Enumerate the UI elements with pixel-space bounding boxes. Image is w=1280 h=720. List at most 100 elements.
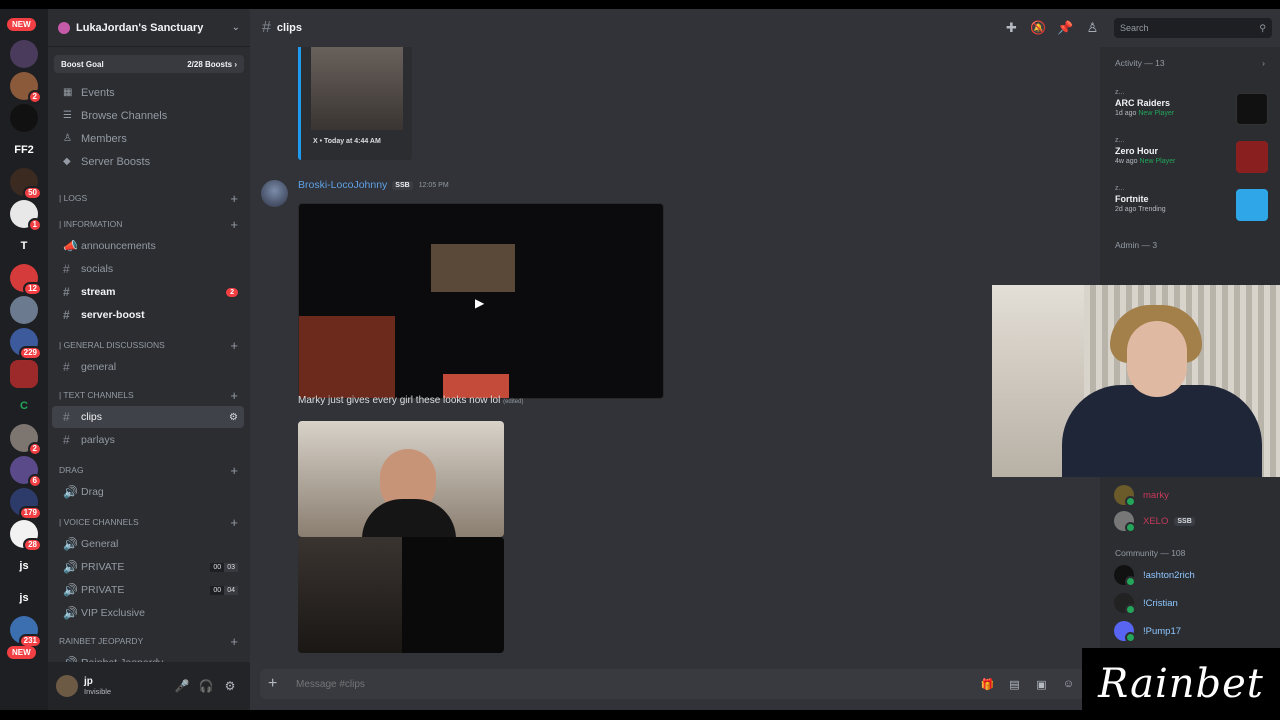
member-list-icon[interactable]: ♙	[1079, 20, 1106, 36]
server-icon[interactable]: js	[10, 584, 38, 612]
emoji-icon[interactable]: ☺	[1055, 678, 1082, 690]
message-text: Marky just gives every girl these looks …	[298, 395, 501, 406]
server-header[interactable]: LukaJordan's Sanctuary ⌄	[48, 9, 250, 47]
mention-badge: 229	[18, 346, 42, 360]
channel-label: VIP Exclusive	[81, 607, 145, 619]
server-icon[interactable]: 1	[10, 200, 42, 232]
gear-icon[interactable]: ⚙	[218, 679, 242, 693]
microphone-icon[interactable]: 🎤	[170, 679, 194, 693]
hash-icon: #	[63, 360, 70, 374]
activity-card[interactable]: z... Zero Hour 4w ago New Player	[1115, 137, 1270, 175]
channel-vip-exclusive[interactable]: 🔊 VIP Exclusive	[52, 602, 244, 624]
plus-icon[interactable]: +	[268, 675, 288, 693]
server-icon[interactable]: 12	[10, 264, 42, 296]
server-icon[interactable]: 179	[10, 488, 42, 520]
boost-goal[interactable]: Boost Goal 2/28 Boosts ›	[54, 55, 244, 73]
category-rainbet-jeopardy[interactable]: Rainbet Jeopardy +	[48, 630, 250, 652]
channel-socials[interactable]: # socials	[52, 258, 244, 280]
server-icon[interactable]: 50	[10, 168, 42, 200]
plus-icon[interactable]: +	[230, 191, 238, 206]
server-icon[interactable]	[10, 104, 38, 132]
headphones-icon[interactable]: 🎧	[194, 679, 218, 693]
channel-stream[interactable]: # stream 2	[52, 281, 244, 303]
category-general-discussions[interactable]: | GENERAL DISCUSSIONS +	[48, 334, 250, 356]
boost-count-text: 2/28 Boosts	[187, 59, 233, 69]
member-xelo[interactable]: XELO SSB	[1114, 508, 1195, 534]
channel-private-1[interactable]: 🔊 PRIVATE 00 03	[52, 556, 244, 578]
activity-header[interactable]: Activity — 13 ›	[1100, 53, 1280, 73]
chevron-down-icon: ⌄	[231, 22, 240, 33]
server-icon[interactable]	[10, 360, 38, 388]
link-embed[interactable]: X • Today at 4:44 AM	[298, 44, 412, 160]
plus-icon[interactable]: +	[230, 338, 238, 353]
channel-label: PRIVATE	[81, 561, 125, 573]
gift-icon[interactable]: 🎁	[974, 678, 1001, 691]
member-pump17[interactable]: !Pump17	[1114, 618, 1181, 644]
server-icon[interactable]	[10, 296, 38, 324]
activity-card[interactable]: z... Fortnite 2d ago Trending	[1115, 185, 1270, 223]
server-icon[interactable]: 2	[10, 72, 42, 104]
avatar[interactable]	[56, 675, 78, 697]
channel-clips[interactable]: # clips ⚙	[52, 406, 244, 428]
nav-browse-channels[interactable]: ☰ Browse Channels	[52, 104, 246, 127]
plus-icon[interactable]: +	[230, 463, 238, 478]
category-label: | INFORMATION	[59, 219, 123, 229]
plus-icon[interactable]: +	[230, 634, 238, 649]
screenshot-attachment[interactable]: ▶	[298, 203, 664, 399]
gif-icon[interactable]: ▤	[1001, 678, 1028, 691]
server-icon[interactable]: 6	[10, 456, 42, 488]
search-icon: ⚲	[1259, 22, 1266, 33]
nav-label: Events	[81, 86, 115, 99]
nav-members[interactable]: ♙ Members	[52, 127, 246, 150]
server-icon[interactable]: C	[10, 392, 38, 420]
channel-server-boost[interactable]: # server-boost	[52, 304, 244, 326]
threads-icon[interactable]: ✚	[998, 20, 1025, 36]
settings-icon[interactable]: ⚙	[229, 412, 238, 423]
message-input[interactable]	[296, 678, 974, 690]
category-text-channels[interactable]: | TEXT CHANNELS +	[48, 384, 250, 406]
channel-title: clips	[276, 22, 302, 34]
plus-icon[interactable]: +	[230, 515, 238, 530]
server-icon[interactable]	[10, 40, 38, 68]
channel-private-2[interactable]: 🔊 PRIVATE 00 04	[52, 579, 244, 601]
server-icon[interactable]: T	[10, 232, 38, 260]
channel-announcements[interactable]: 📣 announcements	[52, 235, 244, 257]
server-icon[interactable]: FF2	[10, 136, 38, 164]
member-ashton2rich[interactable]: !ashton2rich	[1114, 562, 1195, 588]
user-info[interactable]: jp Invisible	[84, 676, 170, 696]
video-thumbnail	[431, 244, 515, 292]
server-icon	[58, 21, 70, 34]
category-drag[interactable]: Drag +	[48, 459, 250, 481]
category-voice-channels[interactable]: | Voice Channels +	[48, 511, 250, 533]
channel-general[interactable]: # general	[52, 356, 244, 378]
server-icon[interactable]: 28	[10, 520, 42, 552]
category-information[interactable]: | INFORMATION +	[48, 213, 250, 235]
plus-icon[interactable]: +	[230, 388, 238, 403]
search-input[interactable]: Search ⚲	[1114, 18, 1272, 38]
video-attachment-top[interactable]	[298, 421, 504, 537]
video-attachment-bottom[interactable]	[298, 537, 504, 653]
count-current: 00	[210, 585, 225, 595]
avatar[interactable]	[261, 180, 288, 207]
member-marky[interactable]: marky	[1114, 482, 1169, 508]
channel-parlays[interactable]: # parlays	[52, 429, 244, 451]
activity-card[interactable]: z... ARC Raiders 1d ago New Player	[1115, 89, 1270, 127]
channel-voice-general[interactable]: 🔊 General	[52, 533, 244, 555]
sticker-icon[interactable]: ▣	[1028, 678, 1055, 691]
message-author[interactable]: Broski-LocoJohnny	[298, 179, 387, 191]
category-logs[interactable]: | LOGS +	[48, 187, 250, 209]
nav-events[interactable]: ▦ Events	[52, 81, 246, 104]
nav-server-boosts[interactable]: ◆ Server Boosts	[52, 150, 246, 173]
channel-drag[interactable]: 🔊 Drag	[52, 481, 244, 503]
server-icon[interactable]: 229	[10, 328, 42, 360]
pin-icon[interactable]: 📌	[1052, 20, 1079, 36]
server-label: js	[19, 592, 29, 604]
embed-image[interactable]	[311, 44, 403, 130]
server-icon[interactable]: 231	[10, 616, 42, 648]
category-label: Drag	[59, 465, 84, 475]
plus-icon[interactable]: +	[230, 217, 238, 232]
member-cristian[interactable]: !Cristian	[1114, 590, 1178, 616]
notifications-icon[interactable]: 🔕	[1025, 20, 1052, 36]
server-icon[interactable]: 2	[10, 424, 42, 456]
server-icon[interactable]: js	[10, 552, 38, 580]
